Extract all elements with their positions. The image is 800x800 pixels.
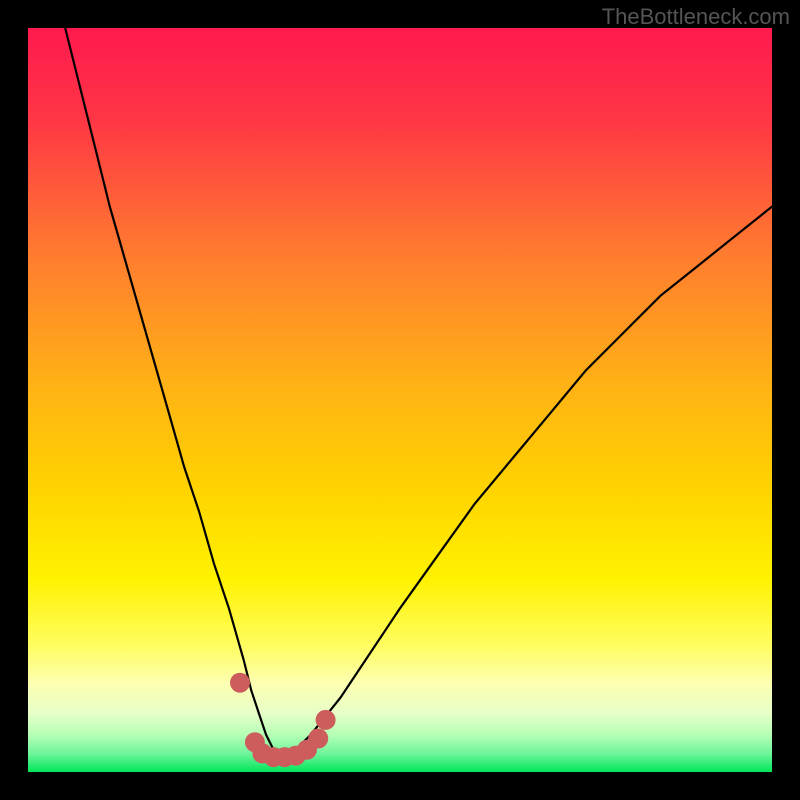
marker-dot: [230, 673, 250, 693]
plot-area: [28, 28, 772, 772]
chart-container: TheBottleneck.com: [0, 0, 800, 800]
marker-dot: [316, 710, 336, 730]
watermark-text: TheBottleneck.com: [602, 4, 790, 30]
chart-svg: [28, 28, 772, 772]
gradient-background: [28, 28, 772, 772]
marker-dot: [308, 729, 328, 749]
